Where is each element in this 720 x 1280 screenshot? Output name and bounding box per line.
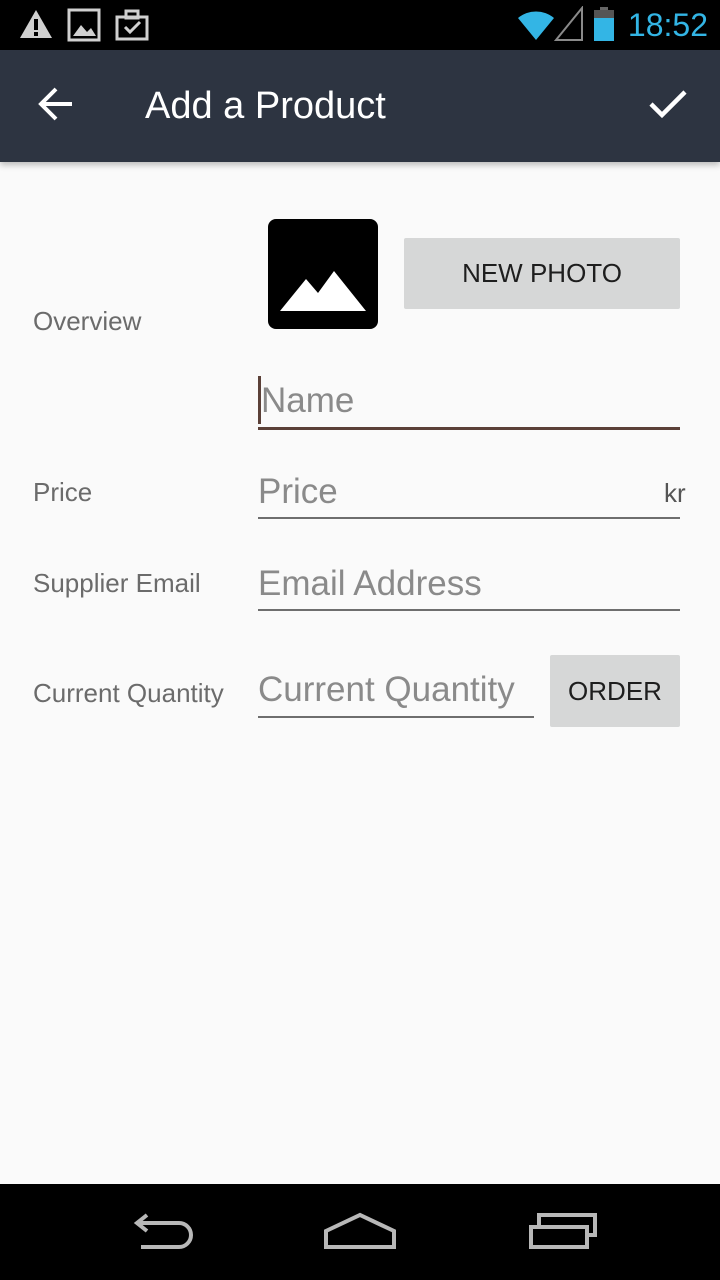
currency-label: kr bbox=[664, 478, 686, 508]
quantity-field[interactable] bbox=[258, 663, 534, 718]
overview-label: Overview bbox=[33, 306, 142, 336]
image-icon bbox=[67, 8, 101, 46]
navigation-bar bbox=[0, 1184, 720, 1280]
text-cursor bbox=[258, 376, 261, 424]
check-icon bbox=[648, 87, 688, 125]
supplier-email-label: Supplier Email bbox=[33, 568, 201, 598]
price-input[interactable] bbox=[258, 466, 680, 517]
app-bar: Add a Product bbox=[0, 50, 720, 162]
status-bar: 18:52 bbox=[0, 0, 720, 50]
price-field[interactable] bbox=[258, 466, 680, 519]
status-time: 18:52 bbox=[627, 7, 708, 43]
briefcase-icon bbox=[115, 8, 149, 46]
recents-nav-icon bbox=[527, 1211, 599, 1255]
name-field[interactable] bbox=[258, 374, 680, 430]
nav-back-button[interactable] bbox=[115, 1206, 205, 1260]
email-input[interactable] bbox=[258, 558, 680, 609]
arrow-left-icon bbox=[36, 84, 76, 128]
wifi-icon bbox=[516, 6, 556, 46]
price-label: Price bbox=[33, 477, 93, 507]
current-quantity-label: Current Quantity bbox=[33, 678, 224, 708]
save-button[interactable] bbox=[636, 78, 700, 134]
nav-home-button[interactable] bbox=[315, 1206, 405, 1260]
product-form: Overview NEW PHOTO Price kr Supplier Ema… bbox=[0, 162, 720, 1184]
signal-icon bbox=[553, 5, 584, 46]
home-nav-icon bbox=[322, 1211, 398, 1255]
order-button[interactable]: ORDER bbox=[550, 655, 680, 727]
quantity-input[interactable] bbox=[258, 663, 534, 716]
image-placeholder-icon bbox=[268, 271, 378, 329]
battery-icon bbox=[592, 6, 616, 46]
back-button[interactable] bbox=[28, 78, 84, 134]
product-photo[interactable] bbox=[268, 219, 378, 329]
new-photo-button[interactable]: NEW PHOTO bbox=[404, 238, 680, 309]
email-field[interactable] bbox=[258, 558, 680, 611]
warning-icon bbox=[18, 8, 54, 44]
nav-recents-button[interactable] bbox=[518, 1206, 608, 1260]
name-input[interactable] bbox=[258, 374, 680, 427]
page-title: Add a Product bbox=[145, 85, 386, 127]
back-nav-icon bbox=[125, 1211, 195, 1255]
